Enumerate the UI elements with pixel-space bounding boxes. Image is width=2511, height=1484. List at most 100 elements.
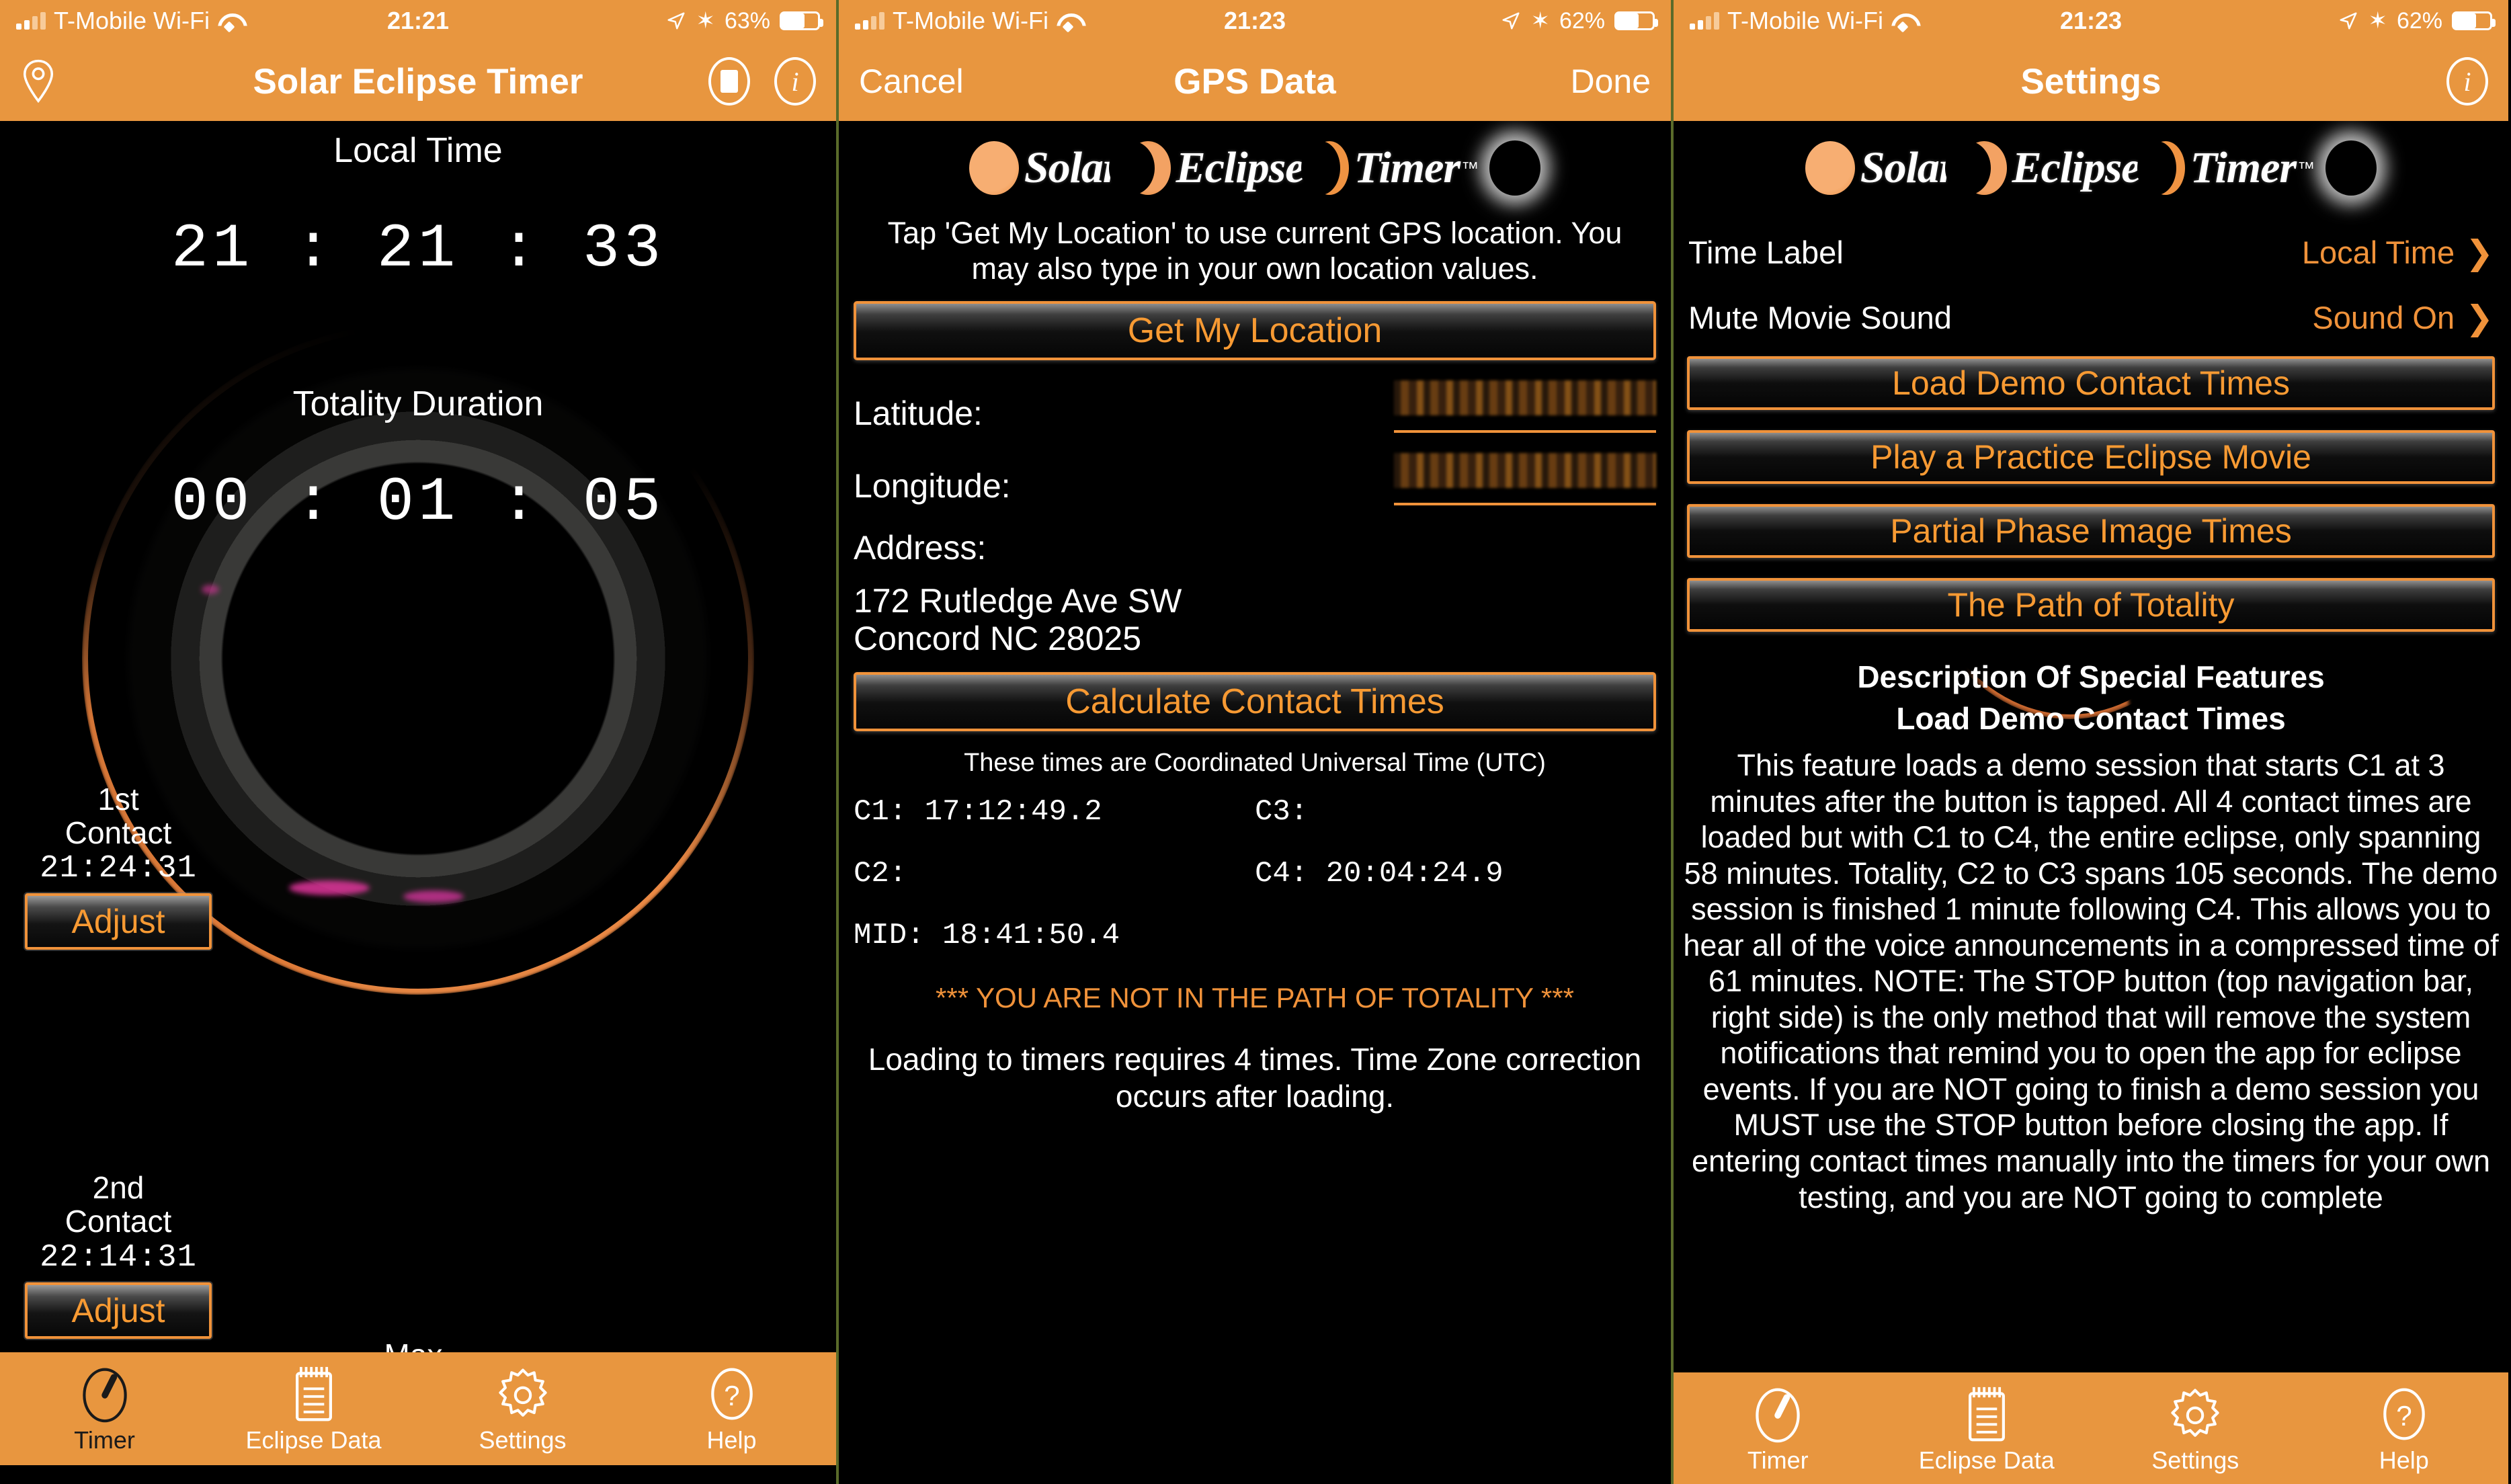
logo-trademark: ™ <box>1461 157 1479 178</box>
c3-row: C3: <box>1255 795 1656 829</box>
info-button[interactable]: i <box>2446 57 2488 106</box>
bluetooth-icon: ✶ <box>2368 8 2387 34</box>
contact-block-2nd: 2nd Contact 22:14:31 Adjust <box>17 1171 219 1339</box>
tab-label: Settings <box>2151 1446 2239 1474</box>
location-pin-button[interactable] <box>20 58 56 105</box>
c1-row: C1: 17:12:49.2 <box>854 795 1255 829</box>
gps-instructions: Tap 'Get My Location' to use current GPS… <box>887 216 1622 286</box>
contact-name: 1st Contact <box>65 782 172 850</box>
utc-note: These times are Coordinated Universal Ti… <box>964 749 1546 778</box>
setting-label: Mute Movie Sound <box>1688 300 1952 335</box>
path-of-totality-button[interactable]: The Path of Totality <box>1687 578 2495 632</box>
latitude-label: Latitude: <box>854 395 983 433</box>
done-button[interactable]: Done <box>1570 62 1651 101</box>
prominence-1 <box>289 880 370 895</box>
panel-timer: T-Mobile Wi-Fi 21:21 ✶ 63% Solar Eclipse… <box>0 0 836 1484</box>
question-icon: ? <box>627 1363 836 1425</box>
notebook-icon <box>1883 1383 2092 1445</box>
status-bar-panel2: T-Mobile Wi-Fi 21:23 ✶ 62% <box>839 0 1671 42</box>
contact-block-1st: 1st Contact 21:24:31 Adjust <box>17 782 219 950</box>
wifi-icon <box>218 12 241 30</box>
contact-times-right-col: C3: C4: 20:04:24.9 <box>1255 795 1656 891</box>
timer-icon <box>0 1363 209 1425</box>
app-logo: Solar Eclipse Timer ™ <box>1674 130 2508 206</box>
notebook-icon <box>209 1363 418 1425</box>
svg-text:?: ? <box>2396 1400 2412 1432</box>
path-of-totality-warning: *** YOU ARE NOT IN THE PATH OF TOTALITY … <box>936 982 1574 1014</box>
timer-icon <box>1674 1383 1883 1445</box>
cellular-signal-icon <box>16 12 46 30</box>
tab-label: Eclipse Data <box>1918 1446 2055 1474</box>
battery-percent: 62% <box>2396 7 2442 34</box>
contact-block-max-eclipse: Max Eclipse 22:15:04 <box>309 1338 518 1352</box>
longitude-underline <box>1394 503 1656 506</box>
setting-row-time-label[interactable]: Time Label Local Time ❯ <box>1674 234 2508 271</box>
setting-value: Sound On <box>2312 300 2455 335</box>
info-icon: i <box>2463 66 2471 97</box>
tab-label: Eclipse Data <box>245 1426 382 1454</box>
longitude-value-redacted <box>1394 453 1656 489</box>
tab-help[interactable]: ? Help <box>2300 1383 2509 1475</box>
tab-bar-panel1: Timer Eclipse Data Settings ? Help <box>0 1352 836 1465</box>
nav-bar-panel2: Cancel GPS Data Done <box>839 42 1671 121</box>
setting-row-mute-movie-sound[interactable]: Mute Movie Sound Sound On ❯ <box>1674 299 2508 336</box>
address-value: 172 Rutledge Ave SW Concord NC 28025 <box>854 582 1182 658</box>
tab-timer[interactable]: Timer <box>0 1363 209 1454</box>
page-title: Settings <box>2020 61 2162 101</box>
tab-eclipse-data[interactable]: Eclipse Data <box>1883 1383 2092 1475</box>
chevron-right-icon: ❯ <box>2465 298 2494 337</box>
contact-time: 22:14:31 <box>40 1239 197 1276</box>
tab-eclipse-data[interactable]: Eclipse Data <box>209 1363 418 1454</box>
nav-bar-panel3: Settings i <box>1674 42 2508 121</box>
status-left: T-Mobile Wi-Fi <box>1690 7 1914 35</box>
logo-word-eclipse: Eclipse <box>2012 143 2141 192</box>
tab-help[interactable]: ? Help <box>627 1363 836 1454</box>
battery-icon <box>780 11 823 30</box>
tab-timer[interactable]: Timer <box>1674 1383 1883 1475</box>
logo-word-solar: Solar <box>1860 143 1957 192</box>
local-time-value: 21 : 21 : 33 <box>171 214 665 284</box>
contact-name: Max Eclipse <box>309 1338 518 1352</box>
logo-crescent-icon <box>1944 141 2007 195</box>
location-arrow-icon <box>2340 12 2357 30</box>
cellular-signal-icon <box>1690 12 1719 30</box>
prominence-3 <box>202 585 219 594</box>
tab-label: Timer <box>1747 1446 1809 1474</box>
gps-body: Solar Eclipse Timer ™ Tap 'Get My Locati… <box>839 121 1671 1372</box>
tab-settings[interactable]: Settings <box>418 1363 627 1454</box>
latitude-input[interactable] <box>1394 380 1656 434</box>
play-practice-eclipse-movie-button[interactable]: Play a Practice Eclipse Movie <box>1687 430 2495 484</box>
get-my-location-button[interactable]: Get My Location <box>854 301 1656 361</box>
totality-duration-value: 00 : 01 : 05 <box>171 467 665 538</box>
partial-phase-image-times-button[interactable]: Partial Phase Image Times <box>1687 504 2495 558</box>
longitude-label: Longitude: <box>854 467 1011 505</box>
logo-thin-crescent-icon <box>1301 141 1349 195</box>
adjust-button-1st[interactable]: Adjust <box>25 893 212 950</box>
timer-body: Local Time 21 : 21 : 33 Totality Duratio… <box>0 121 836 1352</box>
load-demo-contact-times-button[interactable]: Load Demo Contact Times <box>1687 356 2495 410</box>
logo-word-solar: Solar <box>1024 143 1120 192</box>
c4-row: C4: 20:04:24.9 <box>1255 857 1656 891</box>
wifi-icon <box>1891 12 1914 30</box>
info-button[interactable]: i <box>774 57 816 106</box>
c1-label: C1: <box>854 795 907 829</box>
nav-bar-panel1: Solar Eclipse Timer i <box>0 42 836 121</box>
stop-button[interactable] <box>708 57 750 106</box>
longitude-input[interactable] <box>1394 453 1656 506</box>
c3-label: C3: <box>1255 795 1309 829</box>
location-arrow-icon <box>667 12 685 30</box>
mid-value: 18:41:50.4 <box>942 919 1120 953</box>
address-label: Address: <box>854 529 987 567</box>
status-left: T-Mobile Wi-Fi <box>16 7 241 35</box>
tab-label: Settings <box>479 1426 567 1454</box>
adjust-button-2nd[interactable]: Adjust <box>25 1282 212 1339</box>
calculate-contact-times-button[interactable]: Calculate Contact Times <box>854 672 1656 732</box>
mid-row: MID: 18:41:50.4 <box>839 919 1671 952</box>
svg-text:?: ? <box>724 1380 739 1411</box>
bluetooth-icon: ✶ <box>696 8 715 34</box>
cancel-button[interactable]: Cancel <box>859 62 964 101</box>
tab-settings[interactable]: Settings <box>2091 1383 2300 1475</box>
cellular-signal-icon <box>855 12 884 30</box>
contact-times-left-col: C1: 17:12:49.2 C2: <box>854 795 1255 891</box>
battery-percent: 63% <box>724 7 770 34</box>
